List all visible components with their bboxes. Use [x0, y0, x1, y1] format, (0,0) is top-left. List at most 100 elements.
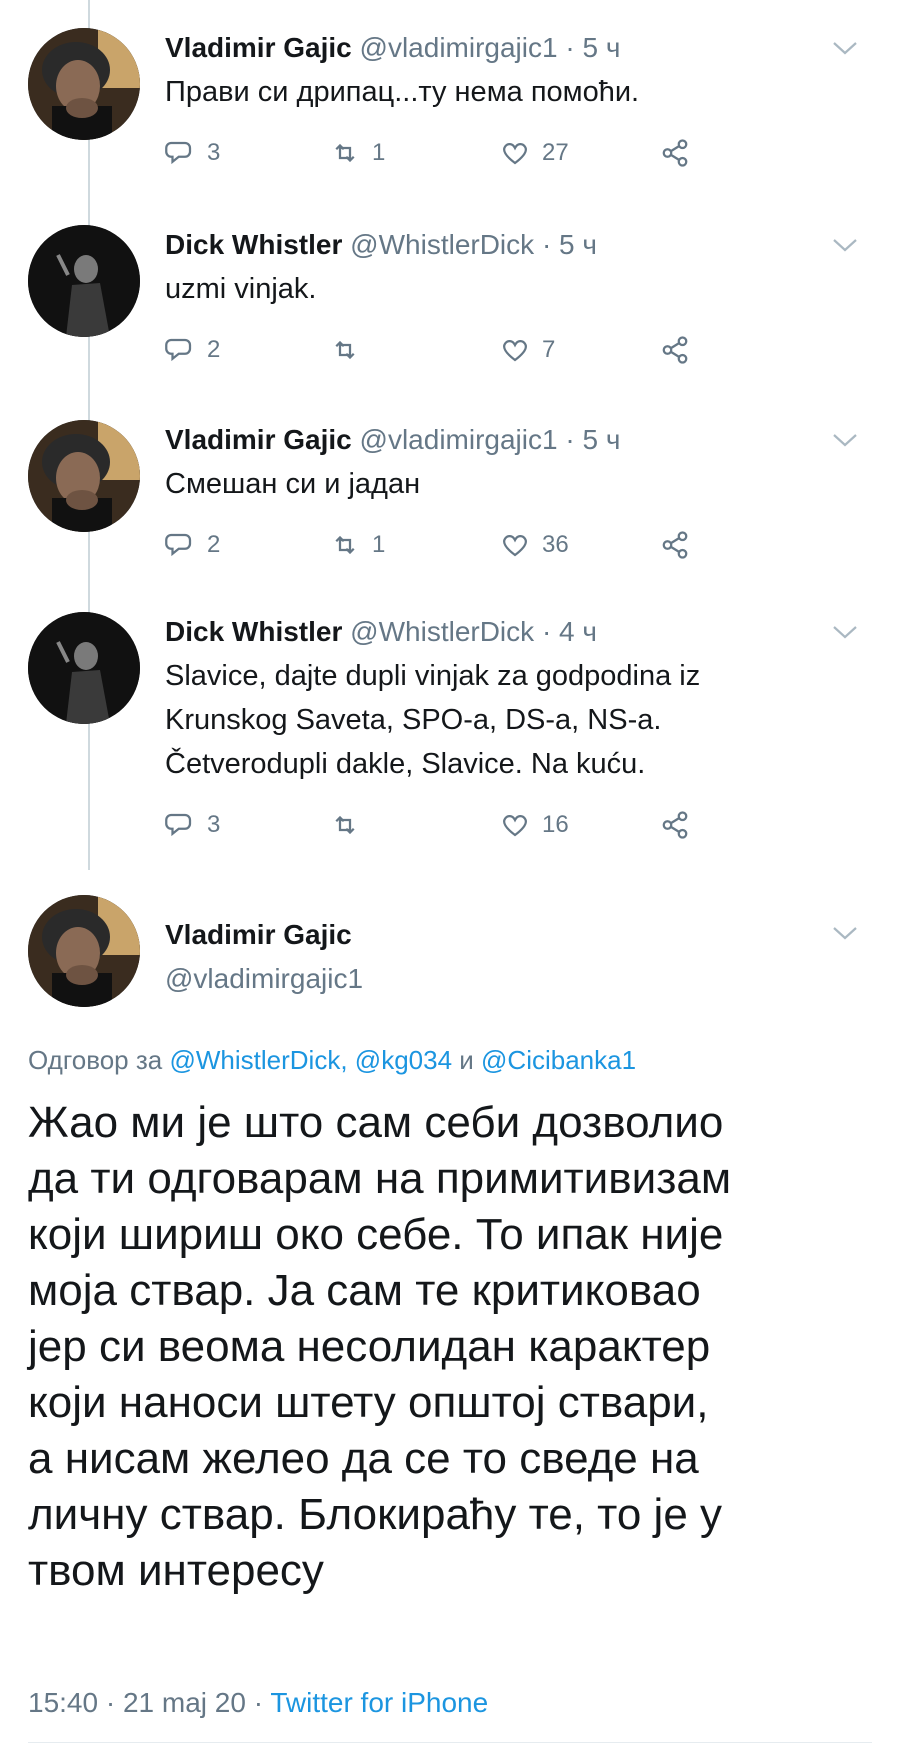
avatar[interactable] — [28, 612, 140, 724]
share-button[interactable] — [660, 335, 690, 365]
author-handle[interactable]: @WhistlerDick — [350, 229, 534, 260]
tweet-time[interactable]: 5 ч — [582, 32, 620, 63]
reply-button[interactable]: 3 — [165, 810, 220, 840]
tweet-text-line: Krunskog Saveta, SPO-a, DS-a, NS-a. — [165, 704, 662, 736]
tweet-actions: 2 1 36 — [165, 530, 765, 570]
tweet-text: Смешан си и јадан — [165, 468, 421, 500]
reply-count: 2 — [207, 531, 221, 558]
avatar[interactable] — [28, 895, 140, 1007]
tweet-source-link[interactable]: Twitter for iPhone — [270, 1687, 488, 1718]
reply-button[interactable]: 3 — [165, 138, 220, 168]
author-handle[interactable]: @vladimirgajic1 — [165, 963, 363, 995]
tweet-header: Dick Whistler @WhistlerDick · 5 ч — [165, 229, 597, 261]
separator-dot: · — [541, 616, 552, 647]
tweet-text-line: моја ствар. Ја сам те критиковао — [28, 1266, 701, 1315]
tweet-text: uzmi vinjak. — [165, 273, 317, 305]
separator-dot: · — [253, 1687, 264, 1718]
share-button[interactable] — [660, 810, 690, 840]
reply-bubble-icon — [165, 810, 195, 840]
tweet-text-line: а нисам желео да се то сведе на — [28, 1434, 699, 1483]
heart-icon — [500, 138, 530, 168]
retweet-button[interactable]: 1 — [330, 530, 385, 560]
retweet-icon — [330, 810, 360, 840]
share-icon — [660, 810, 690, 840]
retweet-icon — [330, 530, 360, 560]
tweet-text: Прави си дрипац...ту нема помоћи. — [165, 76, 640, 108]
tweet-header: Vladimir Gajic @vladimirgajic1 · 5 ч — [165, 424, 620, 456]
reply-bubble-icon — [165, 335, 195, 365]
reply-count: 2 — [207, 336, 221, 363]
tweet-text-line: јер си веома несолидан карактер — [28, 1322, 711, 1371]
like-button[interactable]: 27 — [500, 138, 569, 168]
tweet-text-line: Slavice, dajte dupli vinjak za godpodina… — [165, 660, 701, 692]
tweet-text-line: који шириш око себе. То ипак није — [28, 1210, 724, 1259]
tweet-time[interactable]: 4 ч — [559, 616, 597, 647]
mention-link[interactable]: @kg034 — [355, 1045, 452, 1075]
share-icon — [660, 530, 690, 560]
chevron-down-icon[interactable] — [832, 624, 858, 640]
like-count: 16 — [542, 811, 569, 838]
retweet-icon — [330, 138, 360, 168]
heart-icon — [500, 530, 530, 560]
reply-count: 3 — [207, 139, 221, 166]
tweet-text-line: да ти одговарам на примитивизам — [28, 1154, 732, 1203]
like-count: 36 — [542, 531, 569, 558]
share-icon — [660, 335, 690, 365]
like-count: 27 — [542, 139, 569, 166]
tweet-time[interactable]: 5 ч — [559, 229, 597, 260]
tweet-timestamp[interactable]: 15:40 · 21 maj 20 — [28, 1687, 246, 1718]
share-button[interactable] — [660, 138, 690, 168]
replying-to-conjunction: и — [459, 1045, 474, 1075]
tweet-actions: 2 7 — [165, 335, 765, 375]
tweet-text-line: Жао ми је што сам себи дозволио — [28, 1098, 724, 1147]
tweet-text-line: Četverodupli dakle, Slavice. Na kuću. — [165, 748, 646, 780]
replying-to: Одговор за @WhistlerDick, @kg034 и @Cici… — [28, 1045, 636, 1076]
heart-icon — [500, 335, 530, 365]
tweet-header: Vladimir Gajic @vladimirgajic1 · 5 ч — [165, 32, 620, 64]
tweet-header: Dick Whistler @WhistlerDick · 4 ч — [165, 616, 597, 648]
tweet-text: Жао ми је што сам себи дозволио да ти од… — [28, 1095, 878, 1599]
chevron-down-icon[interactable] — [832, 925, 858, 941]
author-handle[interactable]: @vladimirgajic1 — [360, 32, 558, 63]
author-name[interactable]: Vladimir Gajic — [165, 424, 352, 455]
avatar[interactable] — [28, 225, 140, 337]
retweet-count: 1 — [372, 531, 386, 558]
separator-dot: · — [541, 229, 552, 260]
mention-link[interactable]: @WhistlerDick, — [169, 1045, 347, 1075]
like-button[interactable]: 7 — [500, 335, 555, 365]
author-handle[interactable]: @vladimirgajic1 — [360, 424, 558, 455]
share-button[interactable] — [660, 530, 690, 560]
reply-bubble-icon — [165, 530, 195, 560]
retweet-count: 1 — [372, 139, 386, 166]
reply-count: 3 — [207, 811, 221, 838]
chevron-down-icon[interactable] — [832, 432, 858, 448]
retweet-button[interactable] — [330, 810, 372, 840]
retweet-button[interactable]: 1 — [330, 138, 385, 168]
chevron-down-icon[interactable] — [832, 40, 858, 56]
tweet-actions: 3 16 — [165, 810, 765, 850]
like-button[interactable]: 16 — [500, 810, 569, 840]
author-name[interactable]: Dick Whistler — [165, 616, 342, 647]
like-button[interactable]: 36 — [500, 530, 569, 560]
divider — [28, 1742, 872, 1743]
tweet-actions: 3 1 27 — [165, 138, 765, 178]
replying-to-label: Одговор за — [28, 1045, 163, 1075]
avatar[interactable] — [28, 420, 140, 532]
retweet-button[interactable] — [330, 335, 372, 365]
avatar[interactable] — [28, 28, 140, 140]
mention-link[interactable]: @Cicibanka1 — [481, 1045, 636, 1075]
reply-button[interactable]: 2 — [165, 530, 220, 560]
reply-button[interactable]: 2 — [165, 335, 220, 365]
tweet-text-line: који наноси штету општој ствари, — [28, 1378, 709, 1427]
tweet-time[interactable]: 5 ч — [582, 424, 620, 455]
like-count: 7 — [542, 336, 556, 363]
author-name[interactable]: Vladimir Gajic — [165, 919, 352, 951]
chevron-down-icon[interactable] — [832, 237, 858, 253]
author-handle[interactable]: @WhistlerDick — [350, 616, 534, 647]
separator-dot: · — [565, 424, 575, 455]
separator-dot: · — [565, 32, 575, 63]
author-name[interactable]: Dick Whistler — [165, 229, 342, 260]
reply-bubble-icon — [165, 138, 195, 168]
author-name[interactable]: Vladimir Gajic — [165, 32, 352, 63]
tweet-text-line: твом интересу — [28, 1546, 324, 1595]
